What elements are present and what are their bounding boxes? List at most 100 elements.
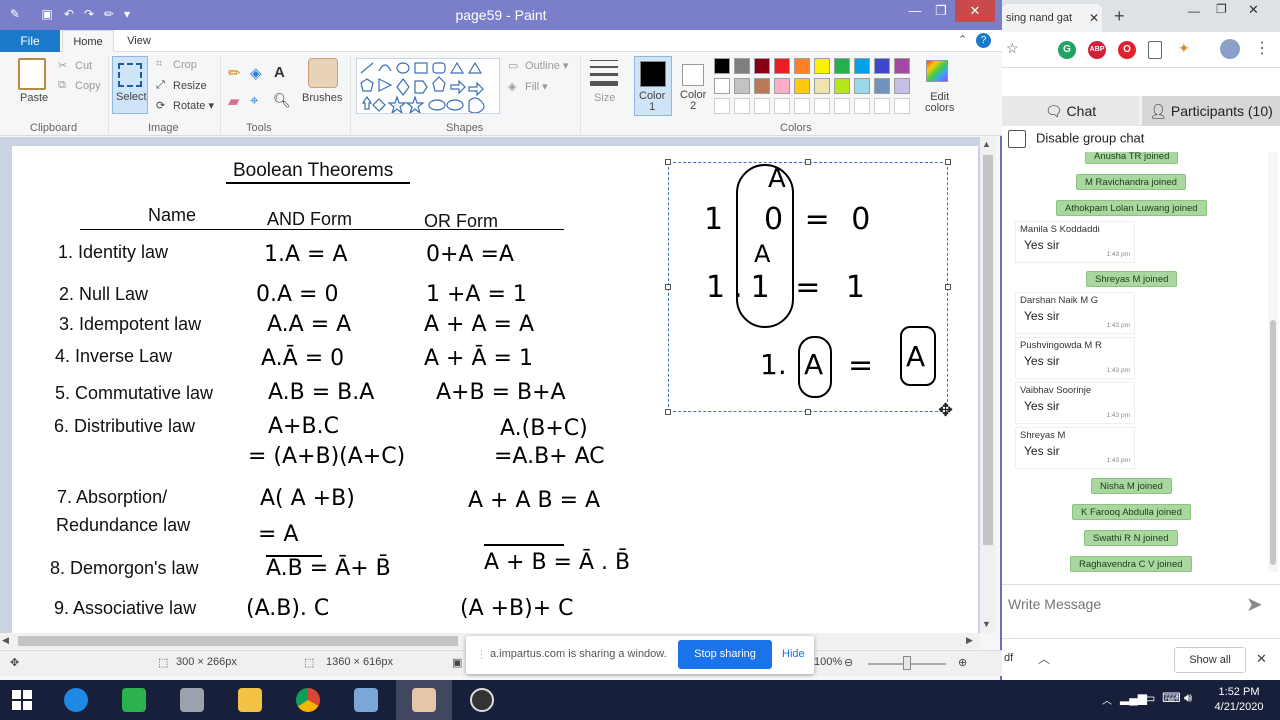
size-button[interactable]: Size	[594, 92, 615, 104]
selection-handle[interactable]	[665, 159, 671, 165]
qat-dropdown-icon[interactable]: ▾	[120, 7, 134, 21]
select-button[interactable]: Select	[112, 56, 148, 114]
custom-color-swatch[interactable]	[854, 98, 870, 114]
document-icon[interactable]	[1148, 41, 1162, 59]
extension-icon[interactable]: ✦	[1178, 40, 1190, 57]
custom-color-swatch[interactable]	[754, 98, 770, 114]
color-swatch[interactable]	[894, 58, 910, 74]
opera-icon[interactable]: O	[1118, 41, 1136, 59]
obs-taskbar-button[interactable]	[454, 680, 510, 720]
custom-color-swatch[interactable]	[834, 98, 850, 114]
color-swatch[interactable]	[814, 78, 830, 94]
selection-handle[interactable]	[945, 159, 951, 165]
download-item[interactable]: df	[1004, 652, 1013, 664]
color-swatch[interactable]	[734, 58, 750, 74]
shapes-gallery[interactable]	[356, 58, 500, 115]
scroll-thumb[interactable]	[983, 155, 993, 545]
write-message-input[interactable]	[1008, 594, 1238, 614]
grammarly-icon[interactable]: G	[1058, 41, 1076, 59]
stop-sharing-button[interactable]: Stop sharing	[678, 640, 772, 669]
pencil-qat-icon[interactable]: ✏	[102, 7, 116, 21]
redo-icon[interactable]: ↷	[82, 7, 96, 21]
windows-start-icon[interactable]	[12, 690, 32, 710]
paint-app-icon[interactable]: ✎	[8, 7, 22, 21]
color-swatch[interactable]	[734, 78, 750, 94]
close-download-icon[interactable]: ✕	[1256, 651, 1267, 667]
tab-chat[interactable]: 🗨︎ Chat	[1002, 96, 1139, 126]
chat-scroll-thumb[interactable]	[1270, 320, 1276, 565]
rotate-button[interactable]: ⟳ Rotate ▾	[156, 99, 214, 113]
selection-handle[interactable]	[805, 159, 811, 165]
custom-color-swatch[interactable]	[814, 98, 830, 114]
color2-button[interactable]: Color 2	[676, 56, 714, 116]
help-icon[interactable]: ?	[976, 33, 991, 48]
selection-handle[interactable]	[805, 409, 811, 415]
profile-avatar[interactable]	[1220, 39, 1240, 59]
color-swatch[interactable]	[854, 58, 870, 74]
scroll-up-icon[interactable]: ▲	[982, 139, 991, 149]
restore-icon[interactable]: ❐	[1216, 2, 1227, 16]
color-swatch[interactable]	[894, 78, 910, 94]
edit-colors-button[interactable]: Edit colors	[925, 92, 954, 114]
file-menu[interactable]: File	[0, 30, 60, 52]
show-all-button[interactable]: Show all	[1174, 647, 1246, 673]
store-taskbar-button[interactable]	[106, 680, 162, 720]
pencil-icon[interactable]: ✏	[228, 64, 241, 82]
calculator-taskbar-button[interactable]	[338, 680, 394, 720]
color-swatch[interactable]	[794, 58, 810, 74]
selection-handle[interactable]	[665, 409, 671, 415]
ribbon-collapse-icon[interactable]: ⌃	[958, 33, 967, 46]
color-swatch[interactable]	[874, 78, 890, 94]
custom-color-swatch[interactable]	[894, 98, 910, 114]
color-swatch[interactable]	[714, 58, 730, 74]
color1-button[interactable]: Color 1	[634, 56, 672, 116]
edit-colors-icon[interactable]	[926, 60, 948, 82]
tab-participants[interactable]: 👤︎ Participants (10)	[1142, 96, 1280, 126]
zoom-slider-thumb[interactable]	[903, 656, 911, 670]
scroll-left-icon[interactable]: ◀	[2, 635, 9, 646]
scroll-right-icon[interactable]: ▶	[966, 635, 973, 646]
custom-color-swatch[interactable]	[794, 98, 810, 114]
color-swatch[interactable]	[814, 58, 830, 74]
size-icon[interactable]	[590, 60, 618, 86]
crop-button[interactable]: ⌗ Crop	[156, 58, 197, 72]
disable-chat-checkbox[interactable]	[1008, 130, 1026, 148]
undo-icon[interactable]: ↶	[62, 7, 76, 21]
disable-group-chat[interactable]: Disable group chat	[1008, 130, 1144, 152]
brushes-icon[interactable]	[308, 58, 338, 88]
adblock-icon[interactable]: ABP	[1088, 41, 1106, 59]
keyboard-icon[interactable]: ⌨	[1162, 690, 1181, 706]
tray-chevron-icon[interactable]: ︿	[1102, 692, 1112, 707]
network-icon[interactable]: ▂▄▆	[1120, 691, 1147, 705]
paste-button[interactable]: Paste	[20, 92, 48, 104]
drawing-canvas[interactable]: Boolean Theorems Name AND Form OR Form 1…	[12, 146, 978, 636]
save-icon[interactable]: ▣	[40, 7, 54, 21]
copy-button[interactable]: ⧉ Copy	[58, 79, 101, 93]
fill-icon[interactable]: ◈	[250, 64, 262, 82]
explorer-taskbar-button[interactable]	[222, 680, 278, 720]
printer-taskbar-button[interactable]	[164, 680, 220, 720]
scroll-down-icon[interactable]: ▼	[982, 619, 991, 629]
menu-dots-icon[interactable]: ⋮	[1254, 38, 1270, 58]
tab-view[interactable]: View	[116, 30, 162, 52]
ie-taskbar-button[interactable]	[48, 680, 104, 720]
color-swatch[interactable]	[854, 78, 870, 94]
minimize-icon[interactable]: —	[1188, 4, 1200, 18]
custom-color-swatch[interactable]	[874, 98, 890, 114]
text-icon[interactable]: A	[274, 64, 285, 81]
custom-color-swatch[interactable]	[774, 98, 790, 114]
tab-home[interactable]: Home	[62, 30, 114, 52]
clock[interactable]: 1:52 PM 4/21/2020	[1204, 685, 1274, 715]
color-swatch[interactable]	[714, 78, 730, 94]
fill-button[interactable]: ◈ Fill ▾	[508, 80, 548, 94]
eraser-icon[interactable]: ▰	[228, 92, 240, 110]
drag-handle-icon[interactable]: ⋮	[476, 648, 487, 661]
scroll-thumb[interactable]	[18, 636, 458, 646]
star-icon[interactable]: ☆	[1006, 40, 1019, 57]
hide-button[interactable]: Hide	[782, 648, 805, 660]
maximize-button[interactable]: ❐	[926, 0, 956, 22]
custom-color-swatch[interactable]	[714, 98, 730, 114]
color-swatch[interactable]	[794, 78, 810, 94]
color-swatch[interactable]	[774, 78, 790, 94]
color-swatch[interactable]	[754, 58, 770, 74]
